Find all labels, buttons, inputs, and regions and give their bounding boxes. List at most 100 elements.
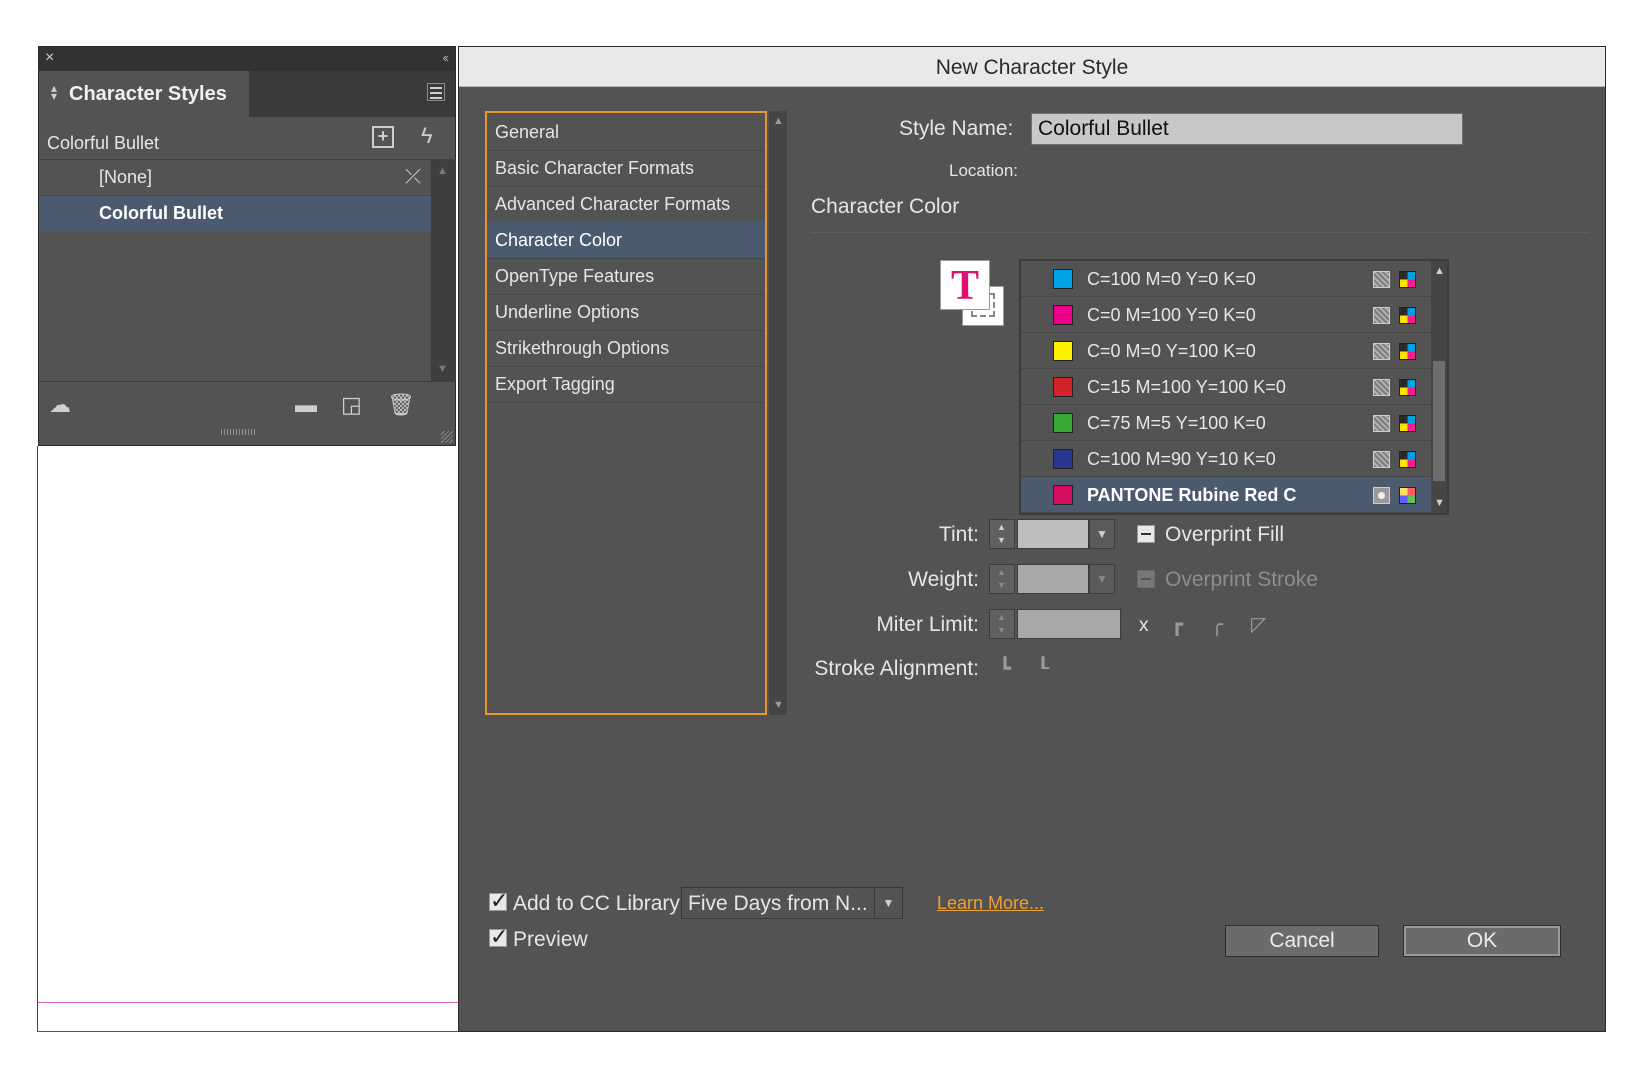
cmyk-mode-icon: [1399, 415, 1416, 432]
trash-icon[interactable]: 🗑: [387, 392, 415, 418]
new-folder-icon[interactable]: ▬: [295, 392, 317, 418]
category-item-label: OpenType Features: [495, 266, 655, 286]
swatch-name: C=0 M=100 Y=0 K=0: [1087, 305, 1256, 325]
category-item[interactable]: Strikethrough Options: [487, 329, 765, 367]
add-cc-library-checkbox[interactable]: [489, 888, 508, 914]
weight-dropdown-icon[interactable]: ▼: [1089, 564, 1115, 594]
style-row-colorful-bullet[interactable]: Colorful Bullet: [39, 196, 431, 232]
category-item[interactable]: Advanced Character Formats: [487, 185, 765, 223]
current-style-label: Colorful Bullet: [47, 133, 160, 153]
panel-title-bar: × ‹‹: [39, 47, 455, 71]
page-edge: [37, 446, 38, 1032]
cc-library-cloud-icon[interactable]: ☁: [49, 392, 71, 418]
add-cc-library-label: Add to CC Library:: [513, 892, 686, 915]
swatch-row[interactable]: C=15 M=100 Y=100 K=0: [1021, 369, 1431, 405]
bevel-join-icon[interactable]: ◸: [1251, 615, 1271, 635]
swatch-color-chip: [1053, 305, 1073, 325]
swatch-name: C=75 M=5 Y=100 K=0: [1087, 413, 1266, 433]
cmyk-mode-icon: [1399, 379, 1416, 396]
dialog-title: New Character Style: [935, 56, 1129, 79]
scroll-down-icon[interactable]: ▼: [773, 699, 784, 711]
collapse-icon[interactable]: ‹‹: [442, 50, 449, 65]
swatch-row[interactable]: C=0 M=100 Y=0 K=0: [1021, 297, 1431, 333]
weight-stepper[interactable]: ▲ ▼: [989, 564, 1015, 594]
category-list-scrollbar[interactable]: ▲ ▼: [769, 111, 787, 715]
tint-label: Tint:: [938, 523, 979, 546]
scroll-up-icon[interactable]: ▲: [773, 115, 784, 127]
style-row-none[interactable]: [None] ⤫: [39, 160, 431, 196]
section-divider: [811, 232, 1589, 233]
miter-limit-input[interactable]: [1017, 609, 1121, 639]
cancel-button[interactable]: Cancel: [1225, 925, 1379, 957]
clear-overrides-icon[interactable]: ⤫: [405, 166, 421, 189]
panel-menu-icon[interactable]: [427, 83, 445, 101]
style-row-label: Colorful Bullet: [99, 203, 223, 223]
create-style-group-icon[interactable]: +: [372, 126, 394, 148]
panel-tab-strip: [249, 71, 455, 117]
swatch-row[interactable]: C=100 M=0 Y=0 K=0: [1021, 261, 1431, 297]
scroll-down-icon[interactable]: ▼: [1434, 497, 1445, 509]
overprint-fill-label: Overprint Fill: [1165, 523, 1285, 546]
preview-label: Preview: [513, 928, 588, 951]
swatch-color-chip: [1053, 485, 1073, 505]
panel-resize-grip[interactable]: [221, 429, 255, 435]
category-item[interactable]: Underline Options: [487, 293, 765, 331]
swatch-row[interactable]: PANTONE Rubine Red C: [1021, 477, 1431, 513]
quick-apply-icon[interactable]: ϟ: [421, 123, 433, 149]
scroll-thumb[interactable]: [1433, 361, 1445, 481]
swatch-color-chip: [1053, 413, 1073, 433]
round-join-icon[interactable]: ╭: [1211, 615, 1231, 635]
learn-more-link[interactable]: Learn More...: [937, 893, 1044, 914]
overprint-fill-checkbox[interactable]: [1137, 525, 1155, 543]
cc-library-select[interactable]: Five Days from N... ▼: [681, 887, 903, 919]
miter-stepper[interactable]: ▲ ▼: [989, 609, 1015, 639]
close-icon[interactable]: ×: [45, 49, 54, 67]
align-center-icon[interactable]: ┗: [999, 659, 1019, 679]
swatch-row[interactable]: C=100 M=90 Y=10 K=0: [1021, 441, 1431, 477]
new-style-icon[interactable]: ◲: [341, 392, 362, 418]
scroll-down-icon[interactable]: ▼: [437, 363, 448, 375]
overprint-stroke-label: Overprint Stroke: [1165, 568, 1318, 591]
ok-button[interactable]: OK: [1403, 925, 1561, 957]
character-styles-panel: × ‹‹ ▴ ▾ Character Styles Colorful Bullet…: [38, 46, 456, 446]
process-color-icon: [1373, 379, 1390, 396]
panel-corner-resize[interactable]: [441, 431, 453, 443]
category-item[interactable]: OpenType Features: [487, 257, 765, 295]
fill-text-icon[interactable]: T: [940, 260, 990, 310]
preview-checkbox[interactable]: [489, 924, 508, 950]
category-item[interactable]: Basic Character Formats: [487, 149, 765, 187]
category-item-label: General: [495, 122, 560, 142]
style-name-input[interactable]: [1031, 113, 1463, 145]
weight-label: Weight:: [908, 568, 979, 591]
location-label: Location:: [949, 161, 1018, 180]
align-outside-icon[interactable]: ┖: [1037, 659, 1057, 679]
tint-dropdown-icon[interactable]: ▼: [1089, 519, 1115, 549]
category-item[interactable]: Export Tagging: [487, 365, 765, 403]
tint-input[interactable]: [1017, 519, 1089, 549]
weight-input[interactable]: [1017, 564, 1089, 594]
cmyk-mode-icon: [1399, 271, 1416, 288]
style-name-label: Style Name:: [899, 117, 1014, 140]
panel-tab-title: Character Styles: [69, 83, 227, 105]
category-item[interactable]: Character Color: [487, 221, 765, 259]
styles-list-scrollbar[interactable]: ▲ ▼: [431, 159, 456, 381]
miter-join-icon[interactable]: ┏: [1171, 615, 1191, 635]
chevron-down-icon[interactable]: ▼: [874, 888, 902, 918]
tint-stepper[interactable]: ▲ ▼: [989, 519, 1015, 549]
swatch-name: PANTONE Rubine Red C: [1087, 485, 1297, 505]
scroll-up-icon[interactable]: ▲: [1434, 265, 1445, 277]
fill-stroke-toggle[interactable]: T: [940, 260, 1012, 330]
panel-tab-character-styles[interactable]: ▴ ▾ Character Styles: [39, 71, 249, 117]
style-row-label: [None]: [99, 167, 153, 187]
category-item[interactable]: General: [487, 113, 765, 151]
swatch-row[interactable]: C=0 M=0 Y=100 K=0: [1021, 333, 1431, 369]
overprint-stroke-checkbox[interactable]: [1137, 570, 1155, 588]
swatch-name: C=0 M=0 Y=100 K=0: [1087, 341, 1256, 361]
page-edge-bottom: [37, 1031, 467, 1032]
swatch-list-scrollbar[interactable]: ▲ ▼: [1431, 261, 1447, 513]
swatch-color-chip: [1053, 449, 1073, 469]
scroll-up-icon[interactable]: ▲: [437, 165, 448, 177]
swatch-row[interactable]: C=75 M=5 Y=100 K=0: [1021, 405, 1431, 441]
swatch-color-chip: [1053, 269, 1073, 289]
page-guide-line: [38, 1002, 458, 1003]
